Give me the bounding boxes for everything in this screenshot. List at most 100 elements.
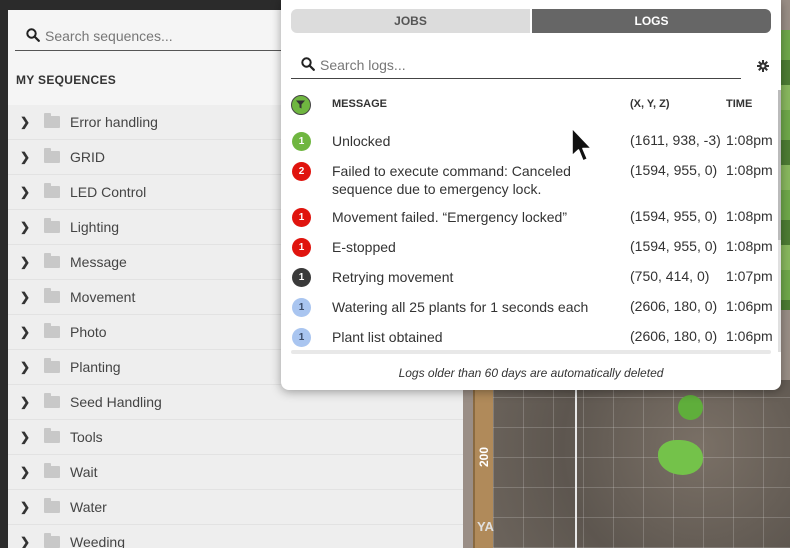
jobs-logs-popup: JOBS LOGS MESSAGE (X, Y, Z) TIME 1Unlock…	[281, 0, 781, 390]
folder-label: Lighting	[70, 219, 120, 235]
gear-icon[interactable]	[757, 59, 769, 77]
chevron-right-icon[interactable]: ❯	[20, 465, 30, 479]
log-row[interactable]: 1 Movement failed. “Emergency locked” (159…	[281, 201, 781, 231]
scrollbar-thumb[interactable]	[778, 90, 781, 240]
map-soil-grid	[493, 380, 790, 548]
log-table-header: MESSAGE (X, Y, Z) TIME	[281, 93, 781, 117]
folder-label: Wait	[70, 464, 98, 480]
chevron-right-icon[interactable]: ❯	[20, 150, 30, 164]
log-level-badge: 1	[292, 132, 311, 151]
log-time: 1:08pm	[726, 208, 773, 224]
folder-icon	[44, 428, 60, 443]
folder-item[interactable]: ❯ Tools	[8, 420, 463, 455]
log-position: (1594, 955, 0)	[630, 208, 718, 224]
sequences-title: MY SEQUENCES	[16, 73, 117, 87]
folder-label: GRID	[70, 149, 105, 165]
log-level-badge: 1	[292, 268, 311, 287]
log-position: (1611, 938, -3)	[630, 132, 721, 148]
folder-icon	[44, 218, 60, 233]
log-retention-note: Logs older than 60 days are automaticall…	[398, 366, 664, 380]
log-position: (1594, 955, 0)	[630, 162, 718, 178]
search-icon	[26, 28, 40, 47]
chevron-right-icon[interactable]: ❯	[20, 220, 30, 234]
chevron-right-icon[interactable]: ❯	[20, 395, 30, 409]
folder-label: Tools	[70, 429, 103, 445]
folder-item[interactable]: ❯ Seed Handling	[8, 385, 463, 420]
log-time: 1:07pm	[726, 268, 773, 284]
chevron-right-icon[interactable]: ❯	[20, 500, 30, 514]
mouse-cursor-icon	[570, 126, 594, 169]
map-corner-label: YA	[477, 519, 494, 534]
log-time: 1:08pm	[726, 162, 773, 178]
sequence-search-box	[15, 21, 295, 51]
log-row[interactable]: 1 Retrying movement (750, 414, 0) 1:07pm	[281, 261, 781, 291]
log-row[interactable]: 1 Watering all 25 plants for 1 seconds ea…	[281, 291, 781, 321]
chevron-right-icon[interactable]: ❯	[20, 325, 30, 339]
log-scrollbar[interactable]	[778, 90, 781, 352]
tab-logs[interactable]: LOGS	[532, 9, 771, 33]
log-level-badge: 1	[292, 208, 311, 227]
chevron-right-icon[interactable]: ❯	[20, 360, 30, 374]
log-level-badge: 2	[292, 162, 311, 181]
chevron-right-icon[interactable]: ❯	[20, 290, 30, 304]
log-time: 1:06pm	[726, 298, 773, 314]
folder-label: Weeding	[70, 534, 126, 548]
folder-label: Movement	[70, 289, 136, 305]
folder-icon	[44, 498, 60, 513]
folder-icon	[44, 148, 60, 163]
filter-icon[interactable]	[291, 95, 311, 115]
chevron-right-icon[interactable]: ❯	[20, 115, 30, 129]
folder-label: LED Control	[70, 184, 147, 200]
log-message: Movement failed. “Emergency locked”	[332, 209, 567, 225]
log-row[interactable]: 2 Failed to execute command: Canceled seq…	[281, 155, 781, 201]
log-row[interactable]: 1 Plant list obtained (2606, 180, 0) 1:06pm	[281, 321, 781, 351]
chevron-right-icon[interactable]: ❯	[20, 430, 30, 444]
chevron-right-icon[interactable]: ❯	[20, 535, 30, 548]
log-message: Plant list obtained	[332, 329, 443, 345]
log-message: Retrying movement	[332, 269, 454, 285]
folder-icon	[44, 183, 60, 198]
log-time: 1:08pm	[726, 238, 773, 254]
folder-label: Planting	[70, 359, 121, 375]
map-gantry-line	[575, 380, 577, 548]
folder-label: Photo	[70, 324, 107, 340]
folder-icon	[44, 463, 60, 478]
folder-item[interactable]: ❯ Wait	[8, 455, 463, 490]
folder-item[interactable]: ❯ Weeding	[8, 525, 463, 548]
map-plant[interactable]	[678, 395, 703, 420]
log-level-badge: 1	[292, 238, 311, 257]
folder-icon	[44, 393, 60, 408]
column-header-position: (X, Y, Z)	[630, 98, 670, 110]
log-position: (2606, 180, 0)	[630, 298, 718, 314]
folder-item[interactable]: ❯ Water	[8, 490, 463, 525]
folder-label: Water	[70, 499, 107, 515]
chevron-right-icon[interactable]: ❯	[20, 185, 30, 199]
folder-label: Message	[70, 254, 127, 270]
log-time: 1:06pm	[726, 328, 773, 344]
folder-icon	[44, 253, 60, 268]
tab-jobs[interactable]: JOBS	[291, 9, 530, 33]
map-axis-label: 200	[477, 446, 492, 468]
folder-label: Error handling	[70, 114, 158, 130]
log-horizontal-scrollbar[interactable]	[291, 350, 771, 354]
log-row[interactable]: 1 E-stopped (1594, 955, 0) 1:08pm	[281, 231, 781, 261]
log-message: E-stopped	[332, 239, 396, 255]
log-message: Watering all 25 plants for 1 seconds eac…	[332, 299, 589, 315]
column-header-message: MESSAGE	[332, 98, 388, 110]
log-position: (750, 414, 0)	[630, 268, 710, 284]
column-header-time: TIME	[726, 98, 753, 110]
log-search-input[interactable]	[320, 54, 730, 76]
folder-icon	[44, 288, 60, 303]
log-level-badge: 1	[292, 328, 311, 347]
sequence-search-input[interactable]	[45, 25, 285, 47]
log-row[interactable]: 1 Unlocked (1611, 938, -3) 1:08pm	[281, 125, 781, 155]
log-position: (1594, 955, 0)	[630, 238, 718, 254]
log-position: (2606, 180, 0)	[630, 328, 718, 344]
folder-icon	[44, 323, 60, 338]
folder-icon	[44, 358, 60, 373]
chevron-right-icon[interactable]: ❯	[20, 255, 30, 269]
search-icon	[301, 57, 315, 76]
popup-tabs: JOBS LOGS	[291, 9, 771, 33]
log-list: 1 Unlocked (1611, 938, -3) 1:08pm 2 Failed to…	[281, 125, 781, 351]
folder-label: Seed Handling	[70, 394, 162, 410]
